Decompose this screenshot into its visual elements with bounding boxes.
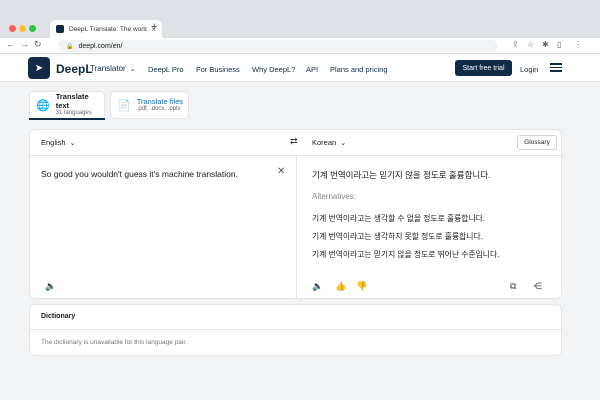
chevron-down-icon: ⌄ (129, 66, 136, 73)
source-textarea[interactable]: So good you wouldn't guess it's machine … (41, 169, 238, 179)
target-language-label: Korean (312, 138, 337, 147)
browser-tab-bar: DeepL Translate: The world's × + (0, 0, 600, 38)
tab-translate-files[interactable]: 📄 Translate files .pdf, .docx, .pptx (110, 91, 189, 119)
thumbs-up-icon[interactable]: 👍 (335, 281, 346, 292)
hamburger-menu-icon[interactable] (550, 61, 562, 73)
new-tab-button[interactable]: + (151, 21, 157, 33)
close-window-button[interactable] (9, 25, 16, 32)
nav-api[interactable]: API (306, 65, 318, 74)
translation-output[interactable]: 기계 번역이라고는 믿기지 않을 정도로 훌륭합니다. (312, 169, 490, 181)
alternative-item[interactable]: 기계 번역이라고는 생각할 수 없을 정도로 훌륭합니다. (312, 213, 485, 224)
translate-text-sub: 31 languages (55, 109, 92, 116)
address-bar-row: ← → ↻ 🔒 deepl.com/en/ ⇪ ☆ ✱ ▯ ⋮ (0, 38, 600, 54)
minimize-window-button[interactable] (19, 25, 26, 32)
product-label: Translator (90, 64, 126, 73)
panel-divider (296, 156, 297, 299)
deepl-favicon-icon (56, 25, 64, 33)
dictionary-message: The dictionary is unavailable for this l… (41, 339, 187, 346)
chevron-down-icon: ⌄ (69, 139, 76, 147)
url-text: deepl.com/en/ (78, 42, 123, 50)
translate-files-label: Translate files (136, 96, 184, 106)
nav-plans-pricing[interactable]: Plans and pricing (330, 65, 388, 74)
share-icon[interactable]: ⇪ (512, 40, 519, 49)
nav-why-deepl[interactable]: Why DeepL? (252, 65, 295, 74)
clear-text-icon[interactable]: ✕ (277, 166, 285, 177)
tab-title: DeepL Translate: The world's (69, 25, 148, 33)
alternative-item[interactable]: 기계 번역이라고는 생각하지 못할 정도로 훌륭합니다. (312, 231, 483, 242)
source-language-selector[interactable]: English ⌄ (30, 130, 296, 156)
login-link[interactable]: Login (520, 65, 538, 74)
alternative-item[interactable]: 기계 번역이라고는 믿기지 않을 정도로 뛰어난 수준입니다. (312, 249, 499, 260)
extensions-icon[interactable]: ✱ (542, 40, 549, 49)
brand-name[interactable]: DeepL (56, 62, 93, 76)
start-free-trial-button[interactable]: Start free trial (455, 60, 512, 76)
dictionary-title: Dictionary (41, 313, 76, 320)
glossary-button[interactable]: Glossary (517, 135, 557, 150)
globe-icon: 🌐 (36, 99, 50, 112)
nav-for-business[interactable]: For Business (196, 65, 240, 74)
back-arrow-icon[interactable]: ← (6, 39, 15, 49)
share-icon[interactable]: ⋲ (533, 281, 542, 292)
product-dropdown[interactable]: Translator ⌄ (90, 64, 136, 73)
browser-tab[interactable]: DeepL Translate: The world's × (50, 20, 162, 38)
lock-icon: 🔒 (66, 43, 74, 50)
browser-menu-icon[interactable]: ⋮ (574, 40, 582, 49)
sidebar-icon[interactable]: ▯ (557, 40, 561, 49)
chevron-down-icon: ⌄ (340, 139, 347, 147)
nav-deepl-pro[interactable]: DeepL Pro (148, 65, 184, 74)
translate-files-sub: .pdf, .docx, .pptx (136, 105, 181, 112)
source-language-label: English (41, 138, 66, 147)
alternatives-label: Alternatives: (312, 192, 357, 201)
dictionary-panel: Dictionary The dictionary is unavailable… (29, 304, 562, 356)
active-tab-indicator (29, 118, 105, 120)
maximize-window-button[interactable] (29, 25, 36, 32)
document-icon: 📄 (117, 99, 131, 112)
bookmark-star-icon[interactable]: ☆ (527, 40, 534, 49)
dictionary-divider (30, 329, 561, 330)
translator-panel: English ⌄ ⇄ Korean ⌄ Glossary So good yo… (29, 129, 563, 299)
reload-icon[interactable]: ↻ (34, 39, 42, 50)
copy-icon[interactable]: ⧉ (510, 281, 516, 292)
site-header: ➤ DeepL Translator ⌄ DeepL Pro For Busine… (0, 55, 600, 82)
deepl-logo-icon[interactable]: ➤ (28, 57, 50, 79)
source-speaker-icon[interactable]: 🔈 (45, 281, 56, 292)
tab-translate-text[interactable]: 🌐 Translate text 31 languages (29, 91, 105, 119)
thumbs-down-icon[interactable]: 👎 (356, 281, 367, 292)
url-field[interactable]: 🔒 deepl.com/en/ (58, 40, 498, 52)
forward-arrow-icon[interactable]: → (20, 39, 29, 49)
target-speaker-icon[interactable]: 🔈 (312, 281, 323, 292)
translate-text-label: Translate text (55, 92, 89, 110)
